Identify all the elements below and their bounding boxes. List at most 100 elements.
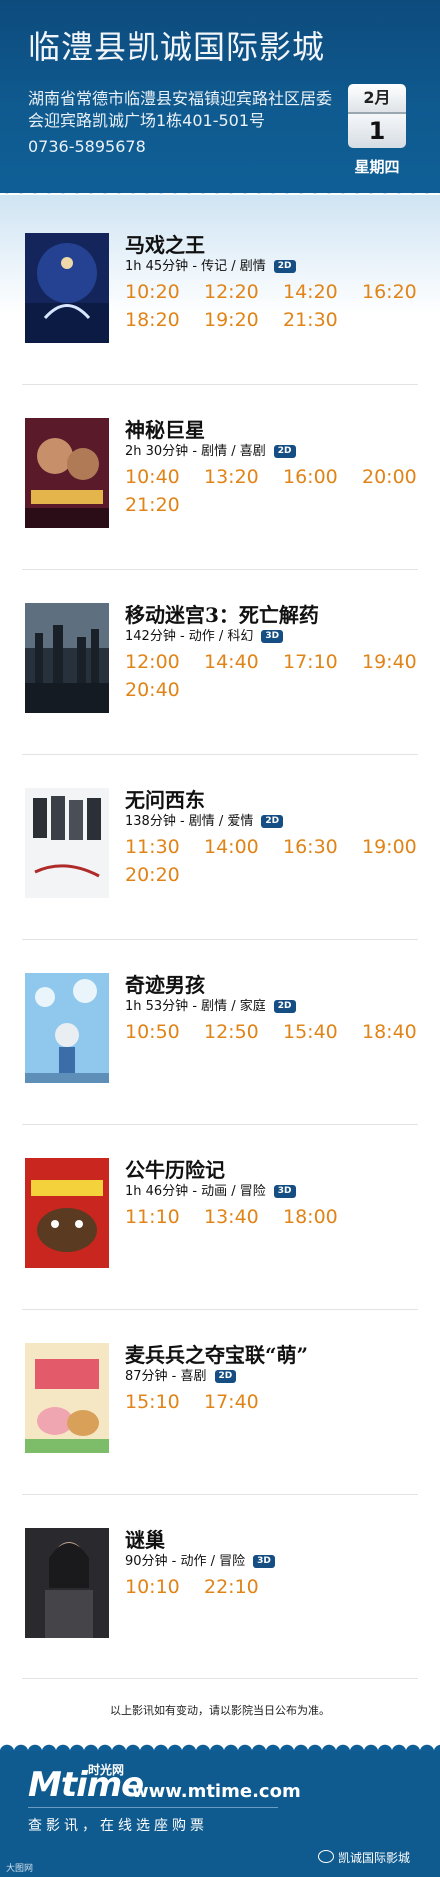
showtime[interactable]: 20:20 [125, 864, 204, 886]
showtime[interactable]: 21:30 [283, 309, 362, 331]
movie-title[interactable]: 神秘巨星 [125, 414, 205, 443]
showtime[interactable]: 16:00 [283, 466, 362, 488]
movie-runtime-genre: 1h 45分钟 - 传记 / 剧情 [125, 259, 266, 274]
footer-scallop-divider [0, 1738, 440, 1752]
showtime[interactable]: 14:00 [204, 836, 283, 858]
showtime[interactable]: 19:40 [362, 651, 440, 673]
showtime[interactable]: 18:00 [283, 1206, 362, 1228]
date-calendar: 2月 1 星期四 [348, 84, 406, 177]
showtime[interactable]: 10:20 [125, 281, 204, 303]
footer-divider [28, 1807, 278, 1808]
movie-runtime-genre: 2h 30分钟 - 剧情 / 喜剧 [125, 444, 266, 459]
movie-title[interactable]: 麦兵兵之夺宝联“萌” [125, 1339, 308, 1368]
showtimes: 12:00 14:40 17:10 19:40 20:40 [125, 651, 425, 701]
showtime[interactable]: 17:10 [283, 651, 362, 673]
showtime[interactable]: 12:20 [204, 281, 283, 303]
movie-poster[interactable] [25, 1528, 109, 1638]
showtimes: 10:20 12:20 14:20 16:20 18:20 19:20 21:3… [125, 281, 425, 331]
movie-meta: 142分钟 - 动作 / 科幻 3D [125, 625, 284, 644]
showtime[interactable]: 15:10 [125, 1391, 204, 1413]
page-footer: Mtime 时光网 www.mtime.com 查影讯，在线选座购票 凯诚国际影… [0, 1751, 440, 1877]
showtime[interactable]: 10:10 [125, 1576, 204, 1598]
movie-runtime-genre: 87分钟 - 喜剧 [125, 1369, 207, 1384]
movie-item[interactable]: 神秘巨星 2h 30分钟 - 剧情 / 喜剧 2D 10:40 13:20 16:… [22, 408, 420, 593]
showtime[interactable]: 13:20 [204, 466, 283, 488]
showtimes: 10:50 12:50 15:40 18:40 [125, 1021, 425, 1043]
showtime[interactable]: 18:20 [125, 309, 204, 331]
format-badge: 2D [273, 260, 296, 273]
showtime[interactable]: 20:40 [125, 679, 204, 701]
calendar-weekday: 星期四 [354, 158, 400, 176]
footer-slogan: 查影讯，在线选座购票 [28, 1818, 208, 1834]
movie-poster[interactable] [25, 973, 109, 1083]
showtime[interactable]: 12:00 [125, 651, 204, 673]
showtime[interactable]: 14:40 [204, 651, 283, 673]
showtime[interactable]: 17:40 [204, 1391, 283, 1413]
movie-meta: 1h 46分钟 - 动画 / 冒险 3D [125, 1180, 296, 1199]
page-header: 临澧县凯诚国际影城 湖南省常德市临澧县安福镇迎宾路社区居委会迎宾路凯诚广场1栋4… [0, 0, 440, 193]
movie-poster[interactable] [25, 788, 109, 898]
showtimes: 11:30 14:00 16:30 19:00 20:20 [125, 836, 425, 886]
movie-poster[interactable] [25, 603, 109, 713]
wechat-account[interactable]: 凯诚国际影城 [338, 1849, 410, 1866]
movie-divider [22, 1494, 418, 1495]
movie-meta: 90分钟 - 动作 / 冒险 3D [125, 1550, 275, 1569]
wechat-icon [318, 1850, 334, 1863]
movie-item[interactable]: 奇迹男孩 1h 53分钟 - 剧情 / 家庭 2D 10:50 12:50 15:… [22, 963, 420, 1148]
showtime[interactable]: 18:40 [362, 1021, 440, 1043]
movie-divider [22, 939, 418, 940]
showtime[interactable]: 21:20 [125, 494, 204, 516]
showtime[interactable]: 10:40 [125, 466, 204, 488]
format-badge: 3D [261, 630, 284, 643]
movie-divider [22, 1309, 418, 1310]
movie-item[interactable]: 谜巢 90分钟 - 动作 / 冒险 3D 10:10 22:10 [22, 1518, 420, 1703]
movie-title[interactable]: 马戏之王 [125, 229, 205, 258]
movie-item[interactable]: 公牛历险记 1h 46分钟 - 动画 / 冒险 3D 11:10 13:40 18… [22, 1148, 420, 1333]
movie-meta: 2h 30分钟 - 剧情 / 喜剧 2D [125, 440, 296, 459]
movie-divider [22, 384, 418, 385]
showtime[interactable]: 11:10 [125, 1206, 204, 1228]
cinema-phone[interactable]: 0736-5895678 [28, 137, 146, 156]
showtime[interactable]: 15:40 [283, 1021, 362, 1043]
showtime[interactable]: 20:00 [362, 466, 440, 488]
movie-poster[interactable] [25, 418, 109, 528]
movie-title[interactable]: 公牛历险记 [125, 1154, 225, 1183]
showtime[interactable]: 13:40 [204, 1206, 283, 1228]
showtime[interactable]: 22:10 [204, 1576, 283, 1598]
movie-meta: 1h 45分钟 - 传记 / 剧情 2D [125, 255, 296, 274]
movie-poster[interactable] [25, 1158, 109, 1268]
movie-divider [22, 1678, 418, 1679]
movie-item[interactable]: 马戏之王 1h 45分钟 - 传记 / 剧情 2D 10:20 12:20 14:… [22, 223, 420, 408]
movie-title[interactable]: 谜巢 [125, 1524, 165, 1553]
movie-item[interactable]: 麦兵兵之夺宝联“萌” 87分钟 - 喜剧 2D 15:10 17:40 [22, 1333, 420, 1518]
showtime[interactable]: 11:30 [125, 836, 204, 858]
movie-poster[interactable] [25, 1343, 109, 1453]
mtime-logo[interactable]: Mtime [28, 1765, 144, 1805]
movie-title[interactable]: 移动迷宫3：死亡解药 [125, 599, 319, 628]
movie-meta: 1h 53分钟 - 剧情 / 家庭 2D [125, 995, 296, 1014]
movie-poster[interactable] [25, 233, 109, 343]
movie-item[interactable]: 移动迷宫3：死亡解药 142分钟 - 动作 / 科幻 3D 12:00 14:40… [22, 593, 420, 778]
showtime[interactable]: 16:20 [362, 281, 440, 303]
showtime[interactable]: 12:50 [204, 1021, 283, 1043]
movie-item[interactable]: 无问西东 138分钟 - 剧情 / 爱情 2D 11:30 14:00 16:30… [22, 778, 420, 963]
movie-title[interactable]: 奇迹男孩 [125, 969, 205, 998]
movie-divider [22, 569, 418, 570]
showtime[interactable]: 14:20 [283, 281, 362, 303]
showtime[interactable]: 19:00 [362, 836, 440, 858]
movie-runtime-genre: 1h 53分钟 - 剧情 / 家庭 [125, 999, 266, 1014]
movie-title[interactable]: 无问西东 [125, 784, 205, 813]
showtimes: 10:40 13:20 16:00 20:00 21:20 [125, 466, 425, 516]
movie-runtime-genre: 142分钟 - 动作 / 科幻 [125, 629, 254, 644]
calendar-month: 2月 [348, 84, 406, 114]
showtime[interactable]: 16:30 [283, 836, 362, 858]
format-badge: 2D [273, 1000, 296, 1013]
showtime[interactable]: 10:50 [125, 1021, 204, 1043]
showtimes: 10:10 22:10 [125, 1576, 425, 1598]
mtime-url[interactable]: www.mtime.com [132, 1781, 301, 1802]
format-badge: 2D [214, 1370, 237, 1383]
showtime[interactable]: 19:20 [204, 309, 283, 331]
movie-runtime-genre: 90分钟 - 动作 / 冒险 [125, 1554, 246, 1569]
format-badge: 2D [273, 445, 296, 458]
cinema-address: 湖南省常德市临澧县安福镇迎宾路社区居委会迎宾路凯诚广场1栋401-501号 [28, 89, 333, 130]
